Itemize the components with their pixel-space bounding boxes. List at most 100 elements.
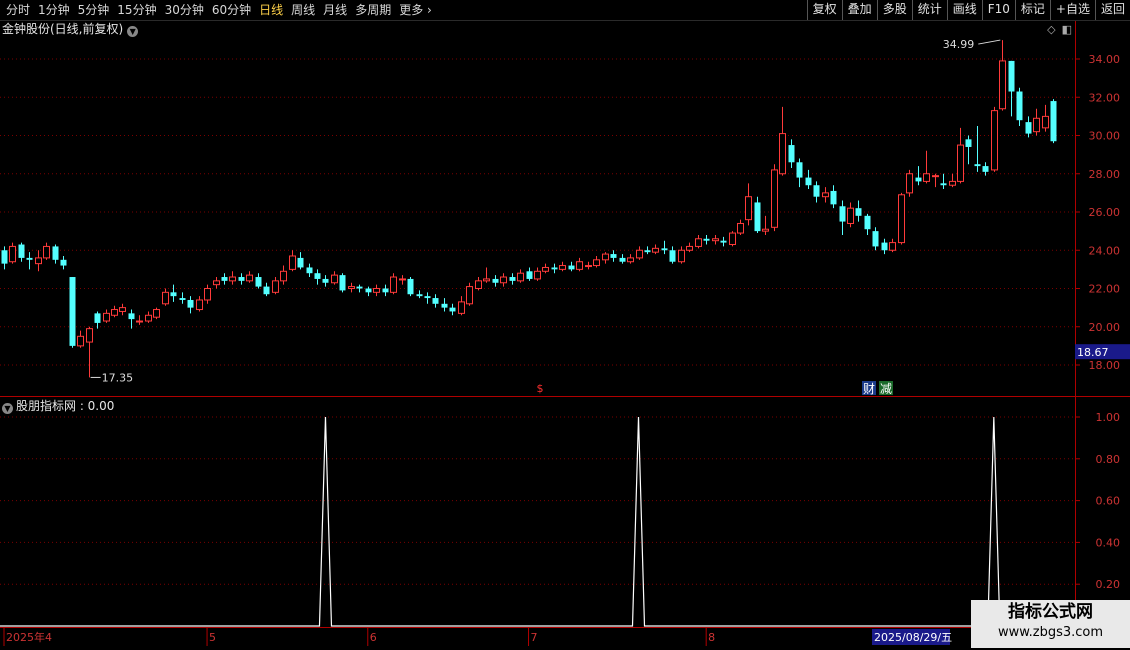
date-label: 8 (708, 631, 715, 644)
candle-body-up (636, 249, 643, 259)
candle-body-up (466, 286, 473, 305)
finance-marker: 财 (863, 382, 875, 396)
candle-body-up (373, 288, 380, 293)
tool-button[interactable]: 叠加 (841, 0, 877, 20)
tool-button[interactable]: 标记 (1014, 0, 1050, 20)
candle-body-down (187, 299, 194, 308)
candle-body-down (356, 286, 363, 289)
period-tab[interactable]: 周线 (287, 2, 319, 18)
candle-body-down (221, 277, 228, 281)
candle-body-down (382, 288, 389, 293)
candle-body-down (965, 139, 972, 147)
candle-body-up (229, 276, 236, 282)
candle-body-up (737, 222, 744, 234)
period-tab[interactable]: 1分钟 (34, 2, 74, 18)
period-tab[interactable]: 15分钟 (113, 2, 160, 18)
candle-body-up (593, 259, 600, 267)
candle-body-down (864, 215, 871, 230)
candle-body-down (238, 277, 245, 281)
tool-button[interactable]: 画线 (946, 0, 982, 20)
candle-body-up (331, 274, 338, 284)
candle-body-down (449, 307, 456, 312)
candle-body-down (365, 288, 372, 293)
candle-body-down (940, 183, 947, 186)
chart-canvas[interactable]: 34.00 32.00 30.00 28.00 26.00 24.00 22.00 20.00… (0, 0, 1130, 650)
candle-body-up (906, 173, 913, 194)
indicator-title[interactable]: ▼ 股朋指标网 : 0.00 (2, 398, 114, 414)
price-tick-label: 32.00 (1089, 91, 1121, 104)
candle-body-up (729, 232, 736, 246)
panel-toggle-icon[interactable]: ◧ (1062, 23, 1072, 36)
date-label: 5 (209, 631, 216, 644)
candle-body-up (475, 280, 482, 290)
candle-body-down (255, 277, 262, 287)
period-tab[interactable]: 更多 › (395, 2, 436, 18)
candle-body-up (745, 196, 752, 221)
candle-body-down (26, 257, 33, 260)
stock-title-text: 金钟股份(日线,前复权) (2, 22, 124, 36)
chevron-down-icon[interactable]: ▼ (2, 403, 13, 414)
diamond-icon[interactable]: ◇ (1047, 23, 1055, 36)
candle-body-up (957, 144, 964, 182)
candle-body-down (52, 246, 59, 260)
candle-body-up (111, 309, 118, 316)
candle-body-down (94, 313, 101, 323)
indicator-tick-label: 0.60 (1096, 495, 1121, 508)
tool-button[interactable]: 统计 (911, 0, 947, 20)
candle-body-down (661, 248, 668, 251)
candle-body-down (669, 250, 676, 262)
tool-button[interactable]: 复权 (806, 0, 842, 20)
candle-body-up (390, 276, 397, 293)
candle-body-down (855, 208, 862, 216)
period-tab[interactable]: 5分钟 (74, 2, 114, 18)
tool-button[interactable]: 返回 (1094, 0, 1130, 20)
watermark-title: 指标公式网 (1008, 602, 1093, 622)
tool-button[interactable]: F10 (981, 0, 1015, 20)
tool-button[interactable]: 多股 (876, 0, 912, 20)
candle-body-up (399, 278, 406, 281)
price-tick-label: 28.00 (1089, 168, 1121, 181)
candle-body-down (974, 164, 981, 167)
candle-body-up (712, 238, 719, 242)
indicator-line (0, 416, 1074, 627)
indicator-tick-label: 1.00 (1096, 411, 1121, 424)
candle-body-up (991, 110, 998, 171)
period-tab[interactable]: 月线 (319, 2, 351, 18)
watermark-url: www.zbgs3.com (997, 625, 1104, 640)
candle-body-up (162, 291, 169, 305)
candle-body-down (805, 177, 812, 186)
candle-body-up (949, 180, 956, 186)
candle-body-down (424, 296, 431, 299)
candle-body-up (35, 257, 42, 265)
candle-body-down (69, 277, 76, 346)
candle-body-up (500, 276, 507, 284)
chevron-down-icon[interactable]: ▼ (127, 26, 139, 37)
candle-body-down (1, 250, 8, 264)
period-tab[interactable]: 分时 (2, 2, 34, 18)
price-tick-label: 34.00 (1089, 53, 1121, 66)
candle-body-up (272, 280, 279, 293)
indicator-tick-label: 0.80 (1096, 453, 1121, 466)
period-tab[interactable]: 60分钟 (208, 2, 255, 18)
candle-body-up (119, 307, 126, 312)
period-tab[interactable]: 日线 (255, 2, 287, 18)
period-tab[interactable]: 30分钟 (161, 2, 208, 18)
candle-body-down (644, 250, 651, 253)
candle-body-down (60, 259, 67, 266)
candle-body-up (559, 265, 566, 270)
stock-title[interactable]: 金钟股份(日线,前复权) ▼ (2, 21, 139, 37)
price-tick-label: 24.00 (1089, 244, 1121, 257)
tool-button[interactable]: +自选 (1049, 0, 1095, 20)
candle-body-down (915, 177, 922, 182)
candle-body-down (526, 271, 533, 279)
price-tick-label: 26.00 (1089, 206, 1121, 219)
candle-body-up (889, 242, 896, 251)
price-tick-label: 18.00 (1089, 359, 1121, 372)
candle-body-up (196, 299, 203, 311)
period-tab[interactable]: 多周期 (351, 2, 395, 18)
candle-body-up (213, 280, 220, 286)
candle-body-down (441, 303, 448, 308)
candle-body-up (289, 255, 296, 270)
candle-body-up (483, 278, 490, 282)
candle-body-down (703, 238, 710, 241)
